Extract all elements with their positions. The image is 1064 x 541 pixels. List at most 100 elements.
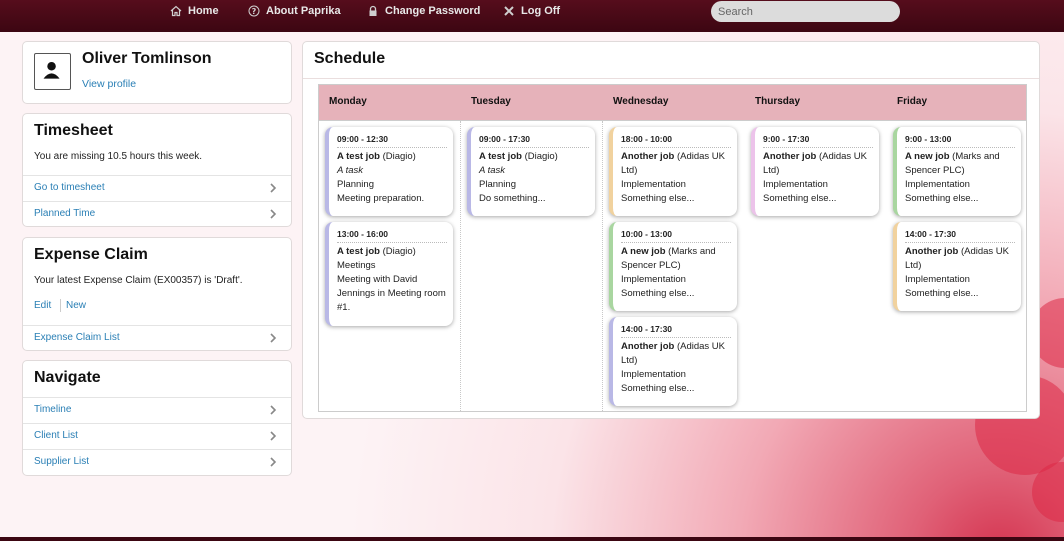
chevron-right-icon — [270, 183, 277, 193]
chevron-right-icon — [270, 405, 277, 415]
timeline-label: Timeline — [34, 404, 72, 415]
day-thursday: Thursday — [755, 96, 801, 107]
go-to-timesheet-label: Go to timesheet — [34, 182, 105, 193]
event-job-name: A new job — [621, 246, 666, 257]
event-time: 09:00 - 17:30 — [479, 132, 589, 148]
expense-new-link[interactable]: New — [66, 300, 86, 311]
timesheet-message: You are missing 10.5 hours this week. — [34, 151, 203, 162]
expense-claim-list-link[interactable]: Expense Claim List — [23, 325, 291, 351]
event-activity: Meetings — [337, 260, 376, 271]
link-divider — [60, 299, 61, 312]
client-list-label: Client List — [34, 430, 78, 441]
expense-edit-link[interactable]: Edit — [34, 300, 51, 311]
event-job-name: A test job — [337, 246, 380, 257]
event-note: Something else... — [621, 383, 695, 394]
event-time: 9:00 - 17:30 — [763, 132, 873, 148]
search-input[interactable] — [711, 1, 900, 22]
event-job-name: A test job — [337, 151, 380, 162]
event-activity: Planning — [337, 179, 374, 190]
schedule-event-tuesday-1[interactable]: 09:00 - 17:30 A test job (Diagio) A task… — [467, 127, 595, 216]
profile-card: Oliver Tomlinson View profile — [22, 41, 292, 104]
timesheet-title: Timesheet — [34, 122, 113, 139]
schedule-event-wednesday-2[interactable]: 10:00 - 13:00 A new job (Marks and Spenc… — [609, 222, 737, 311]
nav-about[interactable]: ? About Paprika — [248, 3, 341, 19]
nav-about-label: About Paprika — [266, 5, 341, 17]
schedule-header-row: Monday Tuesday Wednesday Thursday Friday — [318, 84, 1027, 121]
go-to-timesheet-link[interactable]: Go to timesheet — [23, 175, 291, 201]
event-job-name: Another job — [763, 151, 817, 162]
event-job: A new job (Marks and Spencer PLC) — [905, 150, 1015, 178]
svg-text:?: ? — [252, 7, 257, 16]
view-profile-link[interactable]: View profile — [82, 78, 136, 90]
schedule-event-wednesday-1[interactable]: 18:00 - 10:00 Another job (Adidas UK Ltd… — [609, 127, 737, 216]
event-job: Another job (Adidas UK Ltd) — [621, 340, 731, 368]
nav-logoff[interactable]: Log Off — [503, 3, 560, 19]
event-job-name: Another job — [621, 341, 675, 352]
event-task: A task — [337, 165, 364, 176]
expense-claim-list-label: Expense Claim List — [34, 332, 120, 343]
event-client: (Diagio) — [379, 246, 416, 257]
schedule-event-monday-2[interactable]: 13:00 - 16:00 A test job (Diagio) Meetin… — [325, 222, 453, 326]
event-activity: Implementation — [621, 179, 686, 190]
nav-change-password-label: Change Password — [385, 5, 481, 17]
event-note: Do something... — [479, 193, 546, 204]
schedule-event-thursday-1[interactable]: 9:00 - 17:30 Another job (Adidas UK Ltd)… — [751, 127, 879, 216]
event-activity: Implementation — [621, 274, 686, 285]
schedule-event-friday-1[interactable]: 9:00 - 13:00 A new job (Marks and Spence… — [893, 127, 1021, 216]
event-job: A test job (Diagio) — [337, 150, 447, 164]
event-job-name: Another job — [905, 246, 959, 257]
planned-time-label: Planned Time — [34, 208, 96, 219]
chevron-right-icon — [270, 209, 277, 219]
event-job-name: Another job — [621, 151, 675, 162]
supplier-list-link[interactable]: Supplier List — [23, 449, 291, 475]
question-icon: ? — [248, 5, 260, 17]
schedule-event-wednesday-3[interactable]: 14:00 - 17:30 Another job (Adidas UK Ltd… — [609, 317, 737, 406]
client-list-link[interactable]: Client List — [23, 423, 291, 449]
event-note: Something else... — [905, 288, 979, 299]
day-friday: Friday — [897, 96, 928, 107]
schedule-event-monday-1[interactable]: 09:00 - 12:30 A test job (Diagio) A task… — [325, 127, 453, 216]
event-time: 13:00 - 16:00 — [337, 227, 447, 243]
nav-home[interactable]: Home — [170, 3, 219, 19]
event-job-name: A test job — [479, 151, 522, 162]
event-time: 10:00 - 13:00 — [621, 227, 731, 243]
chevron-right-icon — [270, 431, 277, 441]
chevron-right-icon — [270, 333, 277, 343]
nav-home-label: Home — [188, 5, 219, 17]
event-client: (Diagio) — [379, 151, 416, 162]
nav-logoff-label: Log Off — [521, 5, 561, 17]
event-job: Another job (Adidas UK Ltd) — [905, 245, 1015, 273]
day-wednesday: Wednesday — [613, 96, 669, 107]
expense-claim-card: Expense Claim Your latest Expense Claim … — [22, 237, 292, 351]
event-activity: Implementation — [905, 274, 970, 285]
event-note: Something else... — [621, 193, 695, 204]
event-job: A test job (Diagio) — [337, 245, 447, 259]
event-job: A test job (Diagio) — [479, 150, 589, 164]
event-activity: Planning — [479, 179, 516, 190]
home-icon — [170, 5, 182, 17]
event-note: Something else... — [621, 288, 695, 299]
navigate-card: Navigate Timeline Client List Supplier L… — [22, 360, 292, 476]
bottom-bar — [0, 537, 1064, 541]
lock-icon — [369, 5, 377, 16]
event-activity: Implementation — [763, 179, 828, 190]
avatar[interactable] — [34, 53, 71, 90]
expense-claim-title: Expense Claim — [34, 246, 148, 263]
nav-change-password[interactable]: Change Password — [367, 3, 480, 19]
timesheet-card: Timesheet You are missing 10.5 hours thi… — [22, 113, 292, 227]
navigate-title: Navigate — [34, 369, 101, 386]
event-time: 14:00 - 17:30 — [905, 227, 1015, 243]
event-time: 14:00 - 17:30 — [621, 322, 731, 338]
timeline-link[interactable]: Timeline — [23, 397, 291, 423]
column-divider — [602, 121, 603, 411]
event-task: A task — [479, 165, 506, 176]
event-job: Another job (Adidas UK Ltd) — [763, 150, 873, 178]
event-note: Meeting preparation. — [337, 193, 425, 204]
schedule-event-friday-2[interactable]: 14:00 - 17:30 Another job (Adidas UK Ltd… — [893, 222, 1021, 311]
planned-time-link[interactable]: Planned Time — [23, 201, 291, 227]
supplier-list-label: Supplier List — [34, 456, 90, 467]
event-job: Another job (Adidas UK Ltd) — [621, 150, 731, 178]
event-job: A new job (Marks and Spencer PLC) — [621, 245, 731, 273]
event-note: Something else... — [905, 193, 979, 204]
schedule-title: Schedule — [314, 50, 386, 67]
